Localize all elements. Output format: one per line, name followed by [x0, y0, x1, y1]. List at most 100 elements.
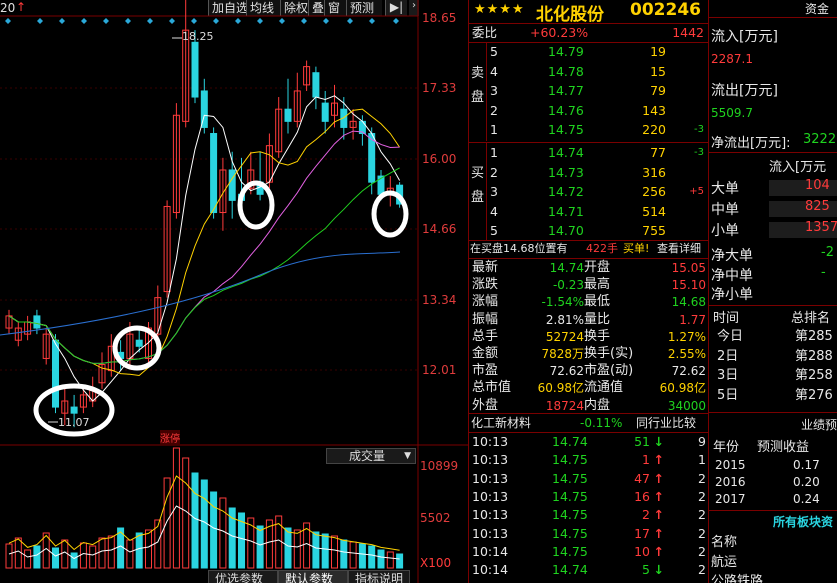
- flow-in-label: 流入[万元]: [711, 29, 778, 45]
- chevron-down-icon: ▼: [404, 451, 411, 461]
- price-tick-label: 12.01: [422, 363, 457, 377]
- tick-volume: 10: [634, 543, 650, 559]
- perf-year-header: 年份: [713, 440, 740, 455]
- flow-out-value: 5509.7: [711, 106, 753, 120]
- tick-count: 2: [698, 525, 706, 541]
- volume-bar: [368, 545, 376, 569]
- perf-year: 2017: [715, 492, 746, 506]
- tick-time: 10:13: [472, 452, 509, 468]
- event-diamond-icon: [347, 18, 353, 24]
- tick-count: 2: [698, 562, 706, 578]
- volume-bar: [377, 549, 385, 569]
- level-price: 14.71: [548, 203, 584, 219]
- perf-year: 2016: [715, 475, 746, 489]
- buy-level-row[interactable]: 4 14.71 514: [486, 203, 708, 221]
- event-diamond-icon: [169, 18, 175, 24]
- sector-row: 化工新材料 -0.11% 同行业比较: [468, 414, 708, 432]
- stat-label: 市盈(动): [584, 363, 634, 379]
- tick-time: 10:14: [472, 562, 509, 578]
- candle-body: [228, 169, 236, 201]
- stat-row: 总手 52724 换手 1.27%: [468, 328, 708, 346]
- event-diamond-icon: [323, 18, 329, 24]
- arrow-up-icon: ↑: [653, 525, 664, 541]
- level-volume: 755: [642, 223, 666, 239]
- indicator-tab[interactable]: 默认参数: [278, 570, 348, 583]
- sell-level-row[interactable]: 3 14.77 79: [486, 82, 708, 100]
- stat-value: 2.81%: [545, 312, 584, 327]
- weibi-row: 委比 +60.23% 1442: [468, 24, 708, 42]
- indicator-tab[interactable]: 优选参数: [208, 570, 278, 583]
- stat-label: 流通值: [584, 380, 624, 396]
- price-tick-label: 18.65: [422, 11, 457, 25]
- level-price: 14.70: [548, 223, 584, 239]
- ma60-line: [0, 251, 401, 336]
- order-size-value: 1357: [805, 220, 837, 235]
- level-num: 4: [490, 63, 498, 79]
- level-num: 1: [490, 122, 498, 138]
- volume-bar: [24, 549, 32, 569]
- sell-level-row[interactable]: 4 14.78 15: [486, 63, 708, 81]
- stat-label: 外盘: [472, 397, 499, 413]
- stat-value: 2.55%: [667, 347, 706, 361]
- price-tick-label: 16.00: [422, 152, 457, 166]
- candle-body: [52, 339, 59, 408]
- net-order-label: 净大单: [711, 248, 753, 264]
- tick-volume: 51: [634, 434, 650, 449]
- buy-level-row[interactable]: 5 14.70 755: [486, 222, 708, 240]
- tick-row: 10:13 14.74 51 ↓ 9: [468, 433, 708, 451]
- sell-level-row[interactable]: 5 14.79 19: [486, 43, 708, 61]
- order-size-label: 小单: [711, 223, 739, 239]
- level-change: +5: [689, 186, 704, 198]
- sector-name[interactable]: 化工新材料: [471, 414, 531, 432]
- volume-bar: [293, 529, 301, 569]
- volume-max-label: 10899: [420, 459, 459, 473]
- buy-level-row[interactable]: 1 14.74 77 -3: [486, 144, 708, 162]
- volume-indicator-select[interactable]: 成交量 ▼: [326, 448, 416, 464]
- indicator-tab[interactable]: 指标说明: [348, 570, 410, 583]
- stat-label: 总手: [472, 328, 499, 344]
- stat-label: 市盈: [472, 363, 499, 379]
- trading-window: { "chart": { "prev_label": "20", "toolba…: [0, 0, 837, 583]
- volume-bar: [135, 532, 143, 569]
- stat-label: 涨跌: [472, 277, 499, 293]
- volume-bar: [386, 551, 394, 569]
- net-order-value: -: [821, 264, 826, 280]
- arrow-up-icon: ↑: [653, 507, 664, 523]
- level-change: -3: [694, 124, 704, 136]
- stat-label: 振幅: [472, 311, 499, 327]
- rank-period: 今日: [717, 329, 744, 344]
- stat-row: 外盘 18724 内盘 34000: [468, 397, 708, 415]
- buy-level-row[interactable]: 2 14.73 316: [486, 164, 708, 182]
- stat-label: 量比: [584, 311, 611, 327]
- block-item[interactable]: 公路铁路: [711, 570, 763, 583]
- sell-level-row[interactable]: 2 14.76 143: [486, 102, 708, 120]
- notice-detail-link[interactable]: 查看详细: [657, 240, 701, 258]
- level-price: 14.74: [548, 145, 584, 160]
- big-order-notice[interactable]: 在买盘14.68位置有 422手 买单! 查看详细: [468, 240, 708, 258]
- tick-volume: 1: [642, 452, 650, 468]
- level-volume: 15: [650, 63, 666, 79]
- stat-row: 涨幅 -1.54% 最低 14.68: [468, 293, 708, 311]
- volume-bar: [210, 491, 218, 569]
- stat-value: 60.98亿: [659, 381, 706, 396]
- tick-row: 10:14 14.74 5 ↓ 2: [468, 561, 708, 579]
- sell-level-row[interactable]: 1 14.75 220 -3: [486, 121, 708, 139]
- stat-label: 最低: [584, 294, 611, 310]
- volume-bar: [396, 553, 404, 569]
- volume-bar: [331, 535, 338, 569]
- tick-price: 14.75: [552, 525, 588, 541]
- tick-price: 14.75: [552, 488, 588, 504]
- industry-compare-link[interactable]: 同行业比较: [636, 414, 696, 432]
- ma30-line: [8, 167, 400, 364]
- tick-price: 14.74: [552, 562, 588, 578]
- arrow-up-icon: ↑: [653, 488, 664, 504]
- block-item[interactable]: 航运: [711, 551, 737, 570]
- tick-time: 10:13: [472, 434, 509, 449]
- tick-count: 2: [698, 470, 706, 486]
- buy-level-row[interactable]: 3 14.72 256 +5: [486, 183, 708, 201]
- tick-price: 14.75: [552, 470, 588, 486]
- event-diamond-icon: [125, 18, 131, 24]
- kline-chart[interactable]: 20 ↑ 加自选 均线 除权叠窗预测 ▶| › 18.65 17.33 16.00 14.…: [0, 0, 468, 583]
- tick-row: 10:13 14.75 16 ↑ 2: [468, 488, 708, 506]
- level-volume: 316: [642, 164, 666, 180]
